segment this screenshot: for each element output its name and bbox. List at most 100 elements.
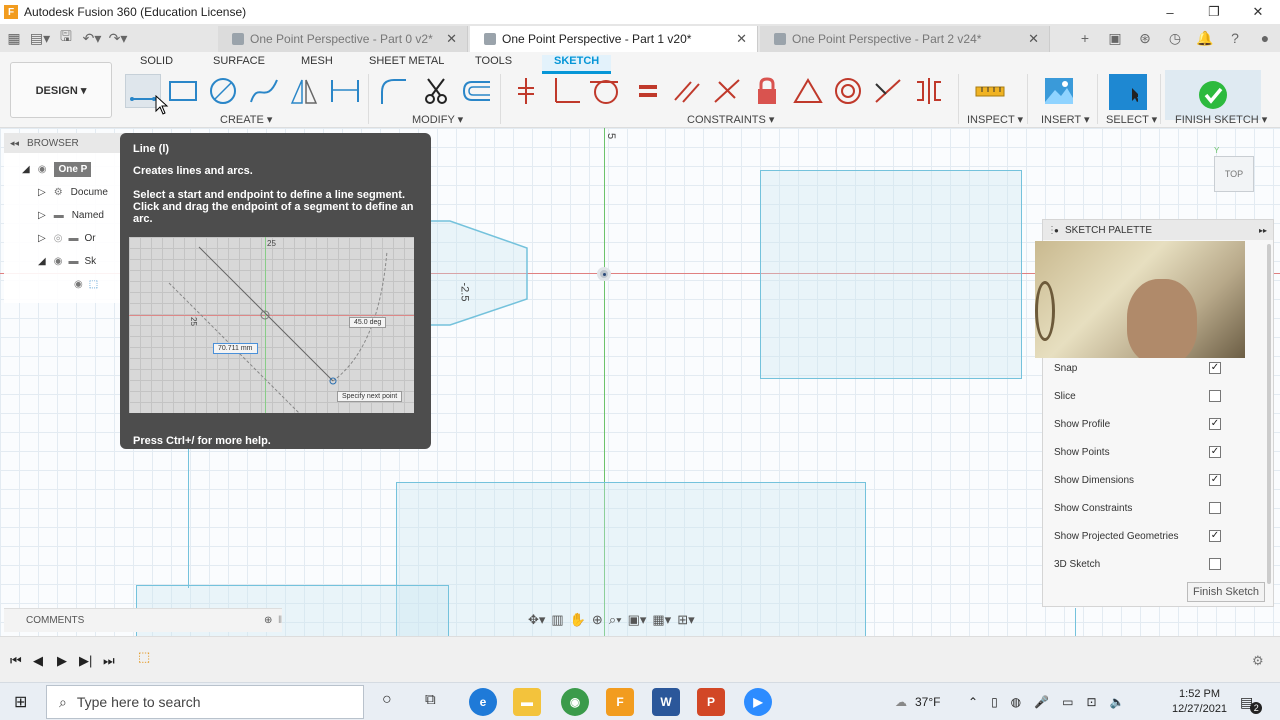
select-menu[interactable]: SELECT ▾	[1106, 113, 1157, 126]
fillet-tool-button[interactable]	[376, 74, 412, 108]
midpoint-constraint-button[interactable]	[790, 74, 826, 108]
browser-item-sketch[interactable]: ◉ ⬚	[74, 273, 98, 295]
rectangle-tool-button[interactable]	[165, 74, 201, 108]
palette-option-show-points[interactable]: Show Points ✓	[1054, 438, 1264, 466]
tab-part-0[interactable]: One Point Perspective - Part 0 v2* ✕	[218, 26, 468, 52]
expand-triangle-icon[interactable]: ▷	[38, 210, 46, 221]
concentric-constraint-button[interactable]	[830, 74, 866, 108]
coincident-constraint-button[interactable]	[508, 74, 544, 108]
circle-tool-button[interactable]	[205, 74, 241, 108]
job-status-icon[interactable]: ▣	[1100, 30, 1130, 47]
viewcube-face-label[interactable]: TOP	[1225, 169, 1243, 179]
notifications-bell-icon[interactable]: 🔔	[1190, 30, 1220, 47]
go-to-start-icon[interactable]: ⏮	[10, 653, 22, 669]
palette-option-slice[interactable]: Slice	[1054, 382, 1264, 410]
user-avatar[interactable]: ●	[1250, 30, 1280, 46]
orbit-icon[interactable]: ✥▾	[528, 612, 545, 628]
insert-menu[interactable]: INSERT ▾	[1041, 113, 1090, 126]
show-constraints-checkbox[interactable]	[1209, 502, 1221, 514]
tab-mesh[interactable]: MESH	[301, 55, 333, 67]
redo-icon[interactable]: ↷▾	[106, 26, 130, 50]
collapse-triangle-icon[interactable]: ◢	[22, 164, 30, 175]
word-icon[interactable]: W	[652, 688, 680, 716]
security-icon[interactable]: ◍	[1011, 695, 1021, 709]
tangent-constraint-button[interactable]	[586, 74, 622, 108]
workspace-switcher-button[interactable]: DESIGN ▾	[10, 62, 112, 118]
3d-sketch-checkbox[interactable]	[1209, 558, 1221, 570]
clock-widget[interactable]: 1:52 PM 12/27/2021	[1172, 683, 1227, 720]
visibility-eye-icon[interactable]: ◉	[54, 256, 63, 267]
close-window-button[interactable]: ✕	[1236, 0, 1280, 24]
tab-sketch[interactable]: SKETCH	[542, 55, 612, 74]
expand-triangle-icon[interactable]: ▷	[38, 233, 46, 244]
perpendicular-constraint-button[interactable]	[548, 74, 584, 108]
tab-close-icon[interactable]: ✕	[1028, 31, 1039, 47]
finish-sketch-menu[interactable]: FINISH SKETCH ▾	[1175, 113, 1267, 126]
dimension-label[interactable]: -2.5	[458, 283, 470, 302]
dimension-label[interactable]: 5	[605, 133, 617, 139]
edge-browser-icon[interactable]: e	[469, 688, 497, 716]
help-icon[interactable]: ?	[1220, 30, 1250, 46]
meet-now-icon[interactable]: ▯	[991, 695, 998, 709]
show-profile-checkbox[interactable]: ✓	[1209, 418, 1221, 430]
chrome-browser-icon[interactable]: ◉	[561, 688, 589, 716]
collinear-constraint-button[interactable]	[870, 74, 906, 108]
palette-option-show-constraints[interactable]: Show Constraints	[1054, 494, 1264, 522]
palette-option-show-projected-geometries[interactable]: Show Projected Geometries ✓	[1054, 522, 1264, 550]
tab-close-icon[interactable]: ✕	[736, 31, 747, 47]
clock-icon[interactable]: ◷	[1160, 30, 1190, 47]
offset-tool-button[interactable]	[458, 74, 494, 108]
zoom-app-icon[interactable]: ▶	[744, 688, 772, 716]
browser-header[interactable]: ◂◂ BROWSER	[4, 133, 132, 153]
fit-icon[interactable]: ⌕▾	[609, 612, 622, 628]
tab-part-2[interactable]: One Point Perspective - Part 2 v24* ✕	[760, 26, 1050, 52]
palette-option-show-profile[interactable]: Show Profile ✓	[1054, 410, 1264, 438]
constraints-menu[interactable]: CONSTRAINTS ▾	[687, 113, 774, 126]
undo-icon[interactable]: ↶▾	[80, 26, 104, 50]
snap-checkbox[interactable]: ✓	[1209, 362, 1221, 374]
grid-settings-icon[interactable]: ▦▾	[652, 612, 671, 628]
panel-grip-icon[interactable]: ‖	[278, 615, 282, 626]
equal-constraint-button[interactable]	[629, 74, 665, 108]
step-forward-icon[interactable]: ▶|	[79, 653, 92, 669]
new-tab-button[interactable]: +	[1070, 30, 1100, 46]
tab-close-icon[interactable]: ✕	[446, 31, 457, 47]
timeline-settings-gear-icon[interactable]: ⚙	[1252, 653, 1264, 669]
microphone-icon[interactable]: 🎤	[1034, 695, 1049, 709]
create-menu[interactable]: CREATE ▾	[220, 113, 272, 126]
show-projected-geometries-checkbox[interactable]: ✓	[1209, 530, 1221, 542]
sketch-palette-header[interactable]: ⋮ ● SKETCH PALETTE ▸▸	[1043, 220, 1273, 240]
parallel-constraint-button[interactable]	[669, 74, 705, 108]
viewports-icon[interactable]: ⊞▾	[677, 612, 694, 628]
palette-finish-sketch-button[interactable]: Finish Sketch	[1187, 582, 1265, 602]
insert-image-button[interactable]	[1041, 74, 1077, 108]
volume-icon[interactable]: 🔈	[1110, 695, 1125, 709]
trim-tool-button[interactable]	[418, 74, 454, 108]
symmetry-constraint-button[interactable]	[911, 74, 947, 108]
sketch-trapezoid[interactable]	[420, 213, 540, 333]
tab-solid[interactable]: SOLID	[140, 55, 173, 67]
slice-checkbox[interactable]	[1209, 390, 1221, 402]
dimension-tool-button[interactable]	[327, 74, 363, 108]
weather-widget[interactable]: ☁ 37°F	[895, 683, 940, 720]
minimize-button[interactable]: –	[1148, 0, 1192, 24]
palette-option-3d-sketch[interactable]: 3D Sketch	[1054, 550, 1264, 578]
action-center-icon[interactable]: ▤ 2	[1240, 683, 1265, 720]
fusion-360-taskbar-icon[interactable]: F	[606, 688, 634, 716]
browser-item-document-settings[interactable]: ▷ ⚙ Docume	[38, 181, 108, 203]
spline-tool-button[interactable]	[246, 74, 282, 108]
select-tool-button[interactable]	[1109, 74, 1147, 110]
show-dimensions-checkbox[interactable]: ✓	[1209, 474, 1221, 486]
collapse-panel-icon[interactable]: ◂◂	[10, 138, 19, 149]
show-hidden-icons-chevron-icon[interactable]: ⌃	[968, 695, 978, 709]
collapse-dot-icon[interactable]: ●	[1054, 226, 1059, 235]
visibility-eye-icon[interactable]: ◉	[38, 164, 47, 175]
palette-option-show-dimensions[interactable]: Show Dimensions ✓	[1054, 466, 1264, 494]
browser-item-origin[interactable]: ▷ ◎ ▬ Or	[38, 227, 96, 249]
sketch-rectangle[interactable]	[760, 170, 1022, 379]
comments-panel[interactable]: COMMENTS ⊕ ‖	[4, 608, 282, 632]
sketch-line[interactable]	[188, 428, 189, 588]
inspect-menu[interactable]: INSPECT ▾	[967, 113, 1023, 126]
extensions-icon[interactable]: ⊛	[1130, 30, 1160, 47]
hidden-eye-icon[interactable]: ◎	[54, 233, 63, 244]
